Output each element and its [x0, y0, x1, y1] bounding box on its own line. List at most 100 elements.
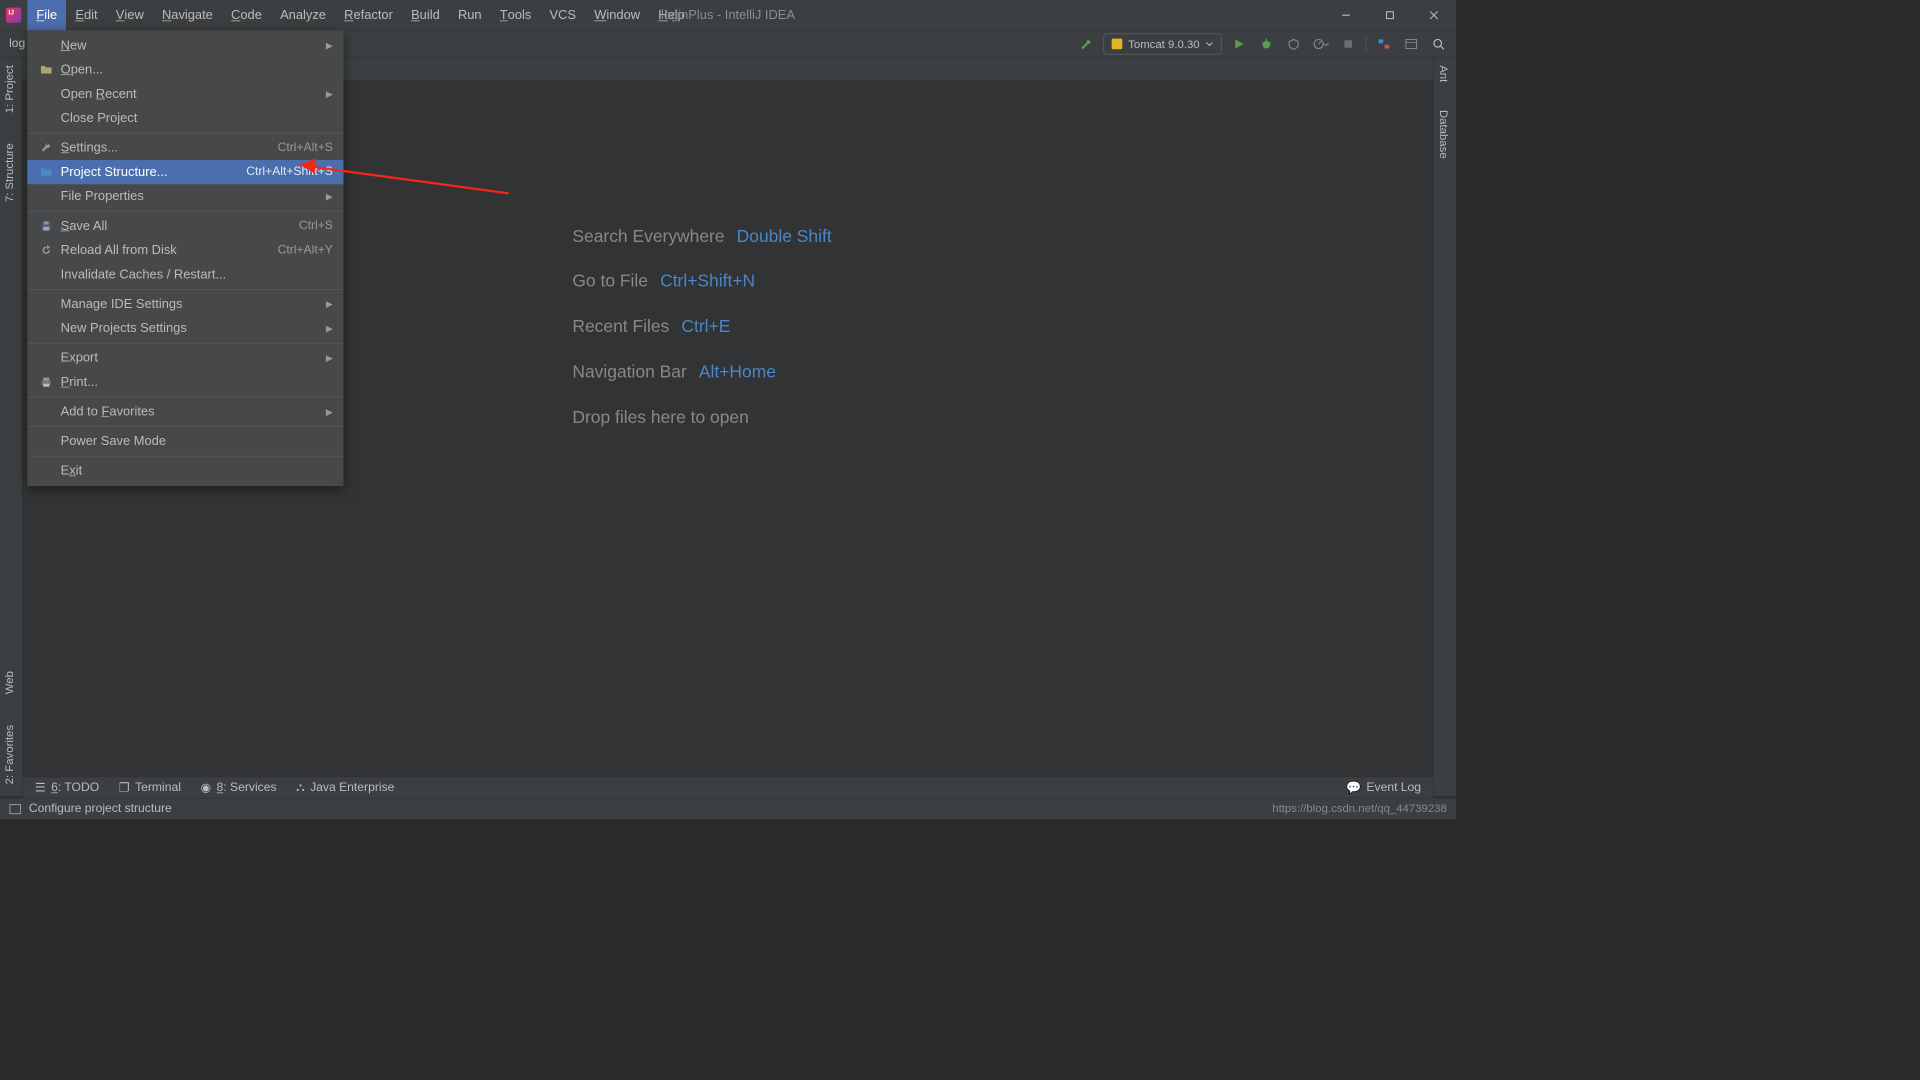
menu-item-power-save-mode[interactable]: Power Save Mode	[27, 429, 343, 453]
toolwin-project[interactable]: 1: Project	[0, 58, 19, 121]
welcome-hint: Go to FileCtrl+Shift+N	[572, 259, 831, 304]
menu-build[interactable]: Build	[402, 0, 449, 30]
menu-item-label: Exit	[61, 463, 333, 478]
close-button[interactable]	[1412, 0, 1456, 30]
hint-label: Navigation Bar	[572, 349, 686, 394]
toolwin-web[interactable]: Web	[0, 664, 19, 702]
menu-item-label: Power Save Mode	[61, 434, 333, 449]
title-bar: FileEditViewNavigateCodeAnalyzeRefactorB…	[0, 0, 1456, 30]
balloon-icon: 💬	[1346, 780, 1361, 795]
status-right: https://blog.csdn.net/qq_44739238	[1272, 802, 1447, 815]
menu-item-label: File Properties	[61, 189, 326, 204]
menu-separator	[27, 456, 343, 457]
menu-item-reload-all-from-disk[interactable]: Reload All from DiskCtrl+Alt+Y	[27, 238, 343, 262]
welcome-hint: Search EverywhereDouble Shift	[572, 213, 831, 258]
menu-view[interactable]: View	[107, 0, 153, 30]
menu-item-save-all[interactable]: Save AllCtrl+S	[27, 214, 343, 238]
menu-separator	[27, 211, 343, 212]
file-menu-dropdown: New▶Open...Open Recent▶Close ProjectSett…	[27, 30, 343, 486]
profiler-button[interactable]	[1311, 34, 1331, 54]
menu-run[interactable]: Run	[449, 0, 491, 30]
run-config-label: Tomcat 9.0.30	[1128, 38, 1199, 51]
menu-item-new-projects-settings[interactable]: New Projects Settings▶	[27, 316, 343, 340]
menu-item-open[interactable]: Open...	[27, 58, 343, 82]
menu-analyze[interactable]: Analyze	[271, 0, 335, 30]
menu-item-export[interactable]: Export▶	[27, 346, 343, 370]
toolwin--services[interactable]: ◉8: Services	[201, 780, 277, 795]
toolwin-java-enterprise[interactable]: ⛬ Java Enterprise	[296, 781, 394, 795]
coverage-button[interactable]	[1284, 34, 1304, 54]
layout-icon[interactable]	[9, 803, 21, 815]
chevron-down-icon	[1206, 40, 1214, 48]
menu-item-project-structure[interactable]: Project Structure...Ctrl+Alt+Shift+S	[27, 160, 343, 184]
build-hammer-icon[interactable]	[1076, 34, 1096, 54]
submenu-arrow-icon: ▶	[326, 40, 333, 51]
menu-separator	[27, 133, 343, 134]
window-title: loginPlus - IntelliJ IDEA	[661, 8, 795, 23]
menu-item-print[interactable]: Print...	[27, 370, 343, 394]
minimize-button[interactable]	[1324, 0, 1368, 30]
menu-tools[interactable]: Tools	[491, 0, 541, 30]
toolwin-favorites[interactable]: 2: Favorites	[0, 717, 19, 792]
menu-item-label: Project Structure...	[61, 165, 247, 180]
menu-item-label: Manage IDE Settings	[61, 296, 326, 311]
menu-refactor[interactable]: Refactor	[335, 0, 402, 30]
run-toolbar: Tomcat 9.0.30	[1076, 33, 1456, 54]
menu-item-close-project[interactable]: Close Project	[27, 106, 343, 130]
folder-icon	[38, 64, 55, 76]
run-button[interactable]	[1229, 34, 1249, 54]
tomcat-icon	[1112, 39, 1123, 50]
submenu-arrow-icon: ▶	[326, 406, 333, 417]
stop-button[interactable]	[1338, 34, 1358, 54]
toolwin-ant[interactable]: Ant	[1434, 58, 1453, 90]
welcome-hint: Drop files here to open	[572, 395, 831, 440]
menu-item-manage-ide-settings[interactable]: Manage IDE Settings▶	[27, 292, 343, 316]
hint-shortcut: Alt+Home	[699, 349, 776, 394]
menu-item-exit[interactable]: Exit	[27, 459, 343, 483]
toolwin-terminal[interactable]: ❐Terminal	[119, 780, 181, 795]
toolwin-structure[interactable]: 7: Structure	[0, 136, 19, 210]
menu-vcs[interactable]: VCS	[540, 0, 585, 30]
menu-edit[interactable]: Edit	[66, 0, 106, 30]
menu-item-open-recent[interactable]: Open Recent▶	[27, 82, 343, 106]
menu-separator	[27, 426, 343, 427]
event-log-button[interactable]: 💬 Event Log	[1346, 780, 1421, 795]
menu-item-invalidate-caches-restart[interactable]: Invalidate Caches / Restart...	[27, 262, 343, 286]
menu-shortcut: Ctrl+Alt+Shift+S	[246, 165, 333, 179]
menu-item-label: Open Recent	[61, 86, 326, 101]
right-tool-stripe: Ant Database	[1433, 58, 1456, 797]
toolwin-label: 8: Services	[217, 781, 277, 795]
maximize-button[interactable]	[1368, 0, 1412, 30]
hint-label: Go to File	[572, 259, 648, 304]
submenu-arrow-icon: ▶	[326, 323, 333, 334]
event-log-label: Event Log	[1366, 781, 1421, 795]
menu-file[interactable]: File	[27, 0, 66, 30]
menu-item-new[interactable]: New▶	[27, 33, 343, 57]
run-config-selector[interactable]: Tomcat 9.0.30	[1103, 33, 1221, 54]
menu-navigate[interactable]: Navigate	[153, 0, 222, 30]
menu-code[interactable]: Code	[222, 0, 271, 30]
vcs-icon[interactable]	[1374, 34, 1394, 54]
toolwin-label: Java Enterprise	[310, 781, 394, 795]
submenu-arrow-icon: ▶	[326, 299, 333, 310]
menu-bar: FileEditViewNavigateCodeAnalyzeRefactorB…	[27, 0, 694, 30]
menu-item-settings[interactable]: Settings...Ctrl+Alt+S	[27, 136, 343, 160]
toolwin-database[interactable]: Database	[1434, 102, 1453, 166]
menu-separator	[27, 343, 343, 344]
wrench-icon	[38, 142, 55, 154]
status-text: Configure project structure	[29, 802, 172, 816]
jee-icon: ⛬	[296, 781, 304, 795]
separator	[1366, 36, 1367, 53]
menu-item-file-properties[interactable]: File Properties▶	[27, 184, 343, 208]
status-bar: Configure project structure https://blog…	[0, 798, 1456, 819]
submenu-arrow-icon: ▶	[326, 191, 333, 202]
toolwin--todo[interactable]: ☰6: TODO	[35, 780, 99, 795]
breadcrumb[interactable]: log	[0, 37, 25, 51]
layout-icon[interactable]	[1401, 34, 1421, 54]
welcome-hints: Search EverywhereDouble ShiftGo to FileC…	[572, 213, 831, 440]
save-icon	[38, 220, 55, 232]
search-everywhere-button[interactable]	[1429, 34, 1449, 54]
debug-button[interactable]	[1257, 34, 1277, 54]
menu-item-add-to-favorites[interactable]: Add to Favorites▶	[27, 400, 343, 424]
menu-window[interactable]: Window	[585, 0, 649, 30]
